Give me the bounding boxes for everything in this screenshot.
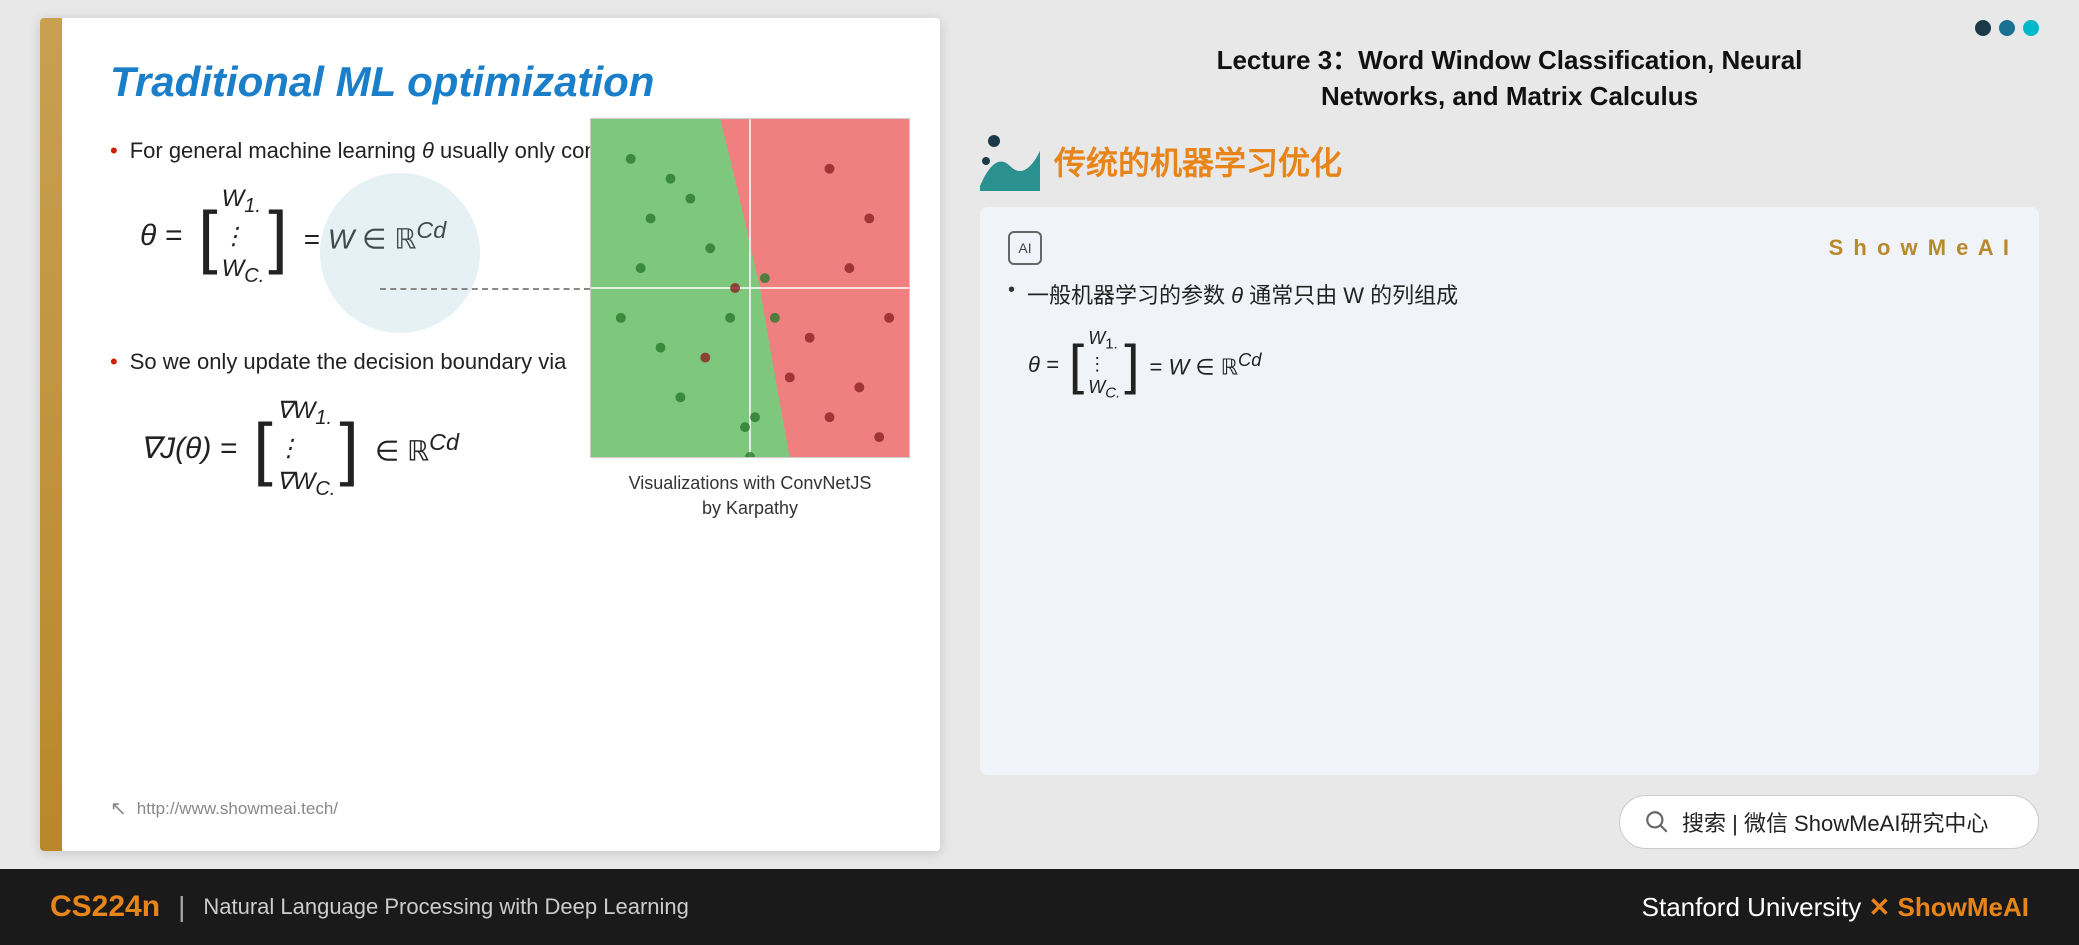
slide-border	[40, 18, 62, 851]
lecture-subtitle-row: 传统的机器学习优化	[980, 131, 2039, 191]
vis-caption: Visualizations with ConvNetJSby Karpathy	[590, 471, 910, 521]
grad-symbol: ∇J(θ) =	[140, 431, 237, 466]
cn-formula-area: θ = [ W1. ⋮ WC. ] = W ∈ ℝCd	[1028, 328, 2011, 402]
left-bracket-1: [	[198, 201, 217, 271]
dashed-line	[380, 288, 590, 290]
bottom-left: CS224n | Natural Language Processing wit…	[50, 890, 689, 924]
cn-row-1: W1.	[1088, 328, 1118, 353]
matrix-col-1: W1. ⋮ WC.	[218, 185, 269, 288]
course-description: Natural Language Processing with Deep Le…	[203, 894, 689, 920]
lecture-title-line2: Networks, and Matrix Calculus	[980, 78, 2039, 114]
dot-3	[2023, 20, 2039, 36]
slide-footer: ↖ http://www.showmeai.tech/	[110, 796, 890, 821]
dots-row	[980, 20, 2039, 36]
slide-title: Traditional ML optimization	[110, 58, 890, 106]
translation-card: AI S h o w M e A I • 一般机器学习的参数 θ 通常只由 W …	[980, 207, 2039, 775]
matrix-row-2: ⋮	[222, 222, 246, 251]
bottom-right: Stanford University ✕ ShowMeAI	[1642, 892, 2029, 923]
left-slide: Traditional ML optimization • For genera…	[40, 18, 940, 851]
ai-icon-text: AI	[1018, 240, 1031, 256]
lecture-header: Lecture 3：Word Window Classification, Ne…	[980, 42, 2039, 115]
matrix-col-2: ∇W1. ⋮ ∇WC.	[273, 396, 340, 501]
cn-matrix: [ W1. ⋮ WC. ]	[1069, 328, 1140, 402]
left-bracket-2: [	[253, 413, 272, 483]
university-name: Stanford University	[1642, 892, 1862, 922]
search-icon	[1644, 809, 1670, 835]
divider: |	[178, 891, 185, 923]
matrix-row-3: WC.	[222, 255, 265, 288]
lecture-subtitle-cn: 传统的机器学习优化	[1054, 138, 1342, 184]
cn-row-2: ⋮	[1088, 354, 1106, 375]
cn-row-3: WC.	[1088, 377, 1120, 402]
cursor-icon: ↖	[110, 796, 127, 821]
lecture-title-line1: Lecture 3：Word Window Classification, Ne…	[980, 42, 2039, 78]
ai-icon-box: AI	[1008, 231, 1042, 265]
theta-symbol: θ =	[140, 219, 182, 253]
matrix-row-1: W1.	[222, 185, 261, 218]
matrix-grad: [ ∇W1. ⋮ ∇WC. ]	[253, 396, 359, 501]
grad-row-3: ∇WC.	[277, 467, 336, 501]
cn-equals-W: = W ∈ ℝCd	[1149, 349, 1261, 380]
footer-brand: ShowMeAI	[1898, 892, 2029, 922]
bottom-bar: CS224n | Natural Language Processing wit…	[0, 869, 2079, 945]
bullet-text-2: So we only update the decision boundary …	[130, 347, 567, 378]
lecture-icon-svg	[980, 131, 1040, 191]
cn-bullet-dot: •	[1008, 279, 1015, 302]
right-bracket-1: ]	[268, 201, 287, 271]
dot-2	[1999, 20, 2015, 36]
grad-set: ∈ ℝCd	[375, 429, 459, 467]
badge-row: AI S h o w M e A I	[1008, 231, 2011, 265]
course-code: CS224n	[50, 890, 160, 924]
circle-decoration	[320, 173, 480, 333]
bullet-dot-1: •	[110, 136, 118, 167]
x-mark: ✕	[1869, 892, 1898, 922]
search-bar-text: 搜索 | 微信 ShowMeAI研究中心	[1682, 806, 1988, 838]
grad-row-1: ∇W1.	[277, 396, 332, 430]
cn-left-bracket: [	[1069, 337, 1084, 392]
footer-url: http://www.showmeai.tech/	[137, 799, 338, 819]
cn-bullet-item: • 一般机器学习的参数 θ 通常只由 W 的列组成	[1008, 279, 2011, 312]
cn-matrix-col: W1. ⋮ WC.	[1084, 328, 1124, 402]
scatter-plot-svg	[590, 118, 910, 458]
cn-theta-label: θ =	[1028, 352, 1059, 378]
matrix-theta: [ W1. ⋮ WC. ]	[198, 185, 288, 288]
bullet-dot-2: •	[110, 347, 118, 378]
cn-formula-inline: θ = [ W1. ⋮ WC. ] = W ∈ ℝCd	[1028, 328, 2011, 402]
grad-row-2: ⋮	[277, 434, 301, 463]
cn-bullet-text: 一般机器学习的参数 θ 通常只由 W 的列组成	[1027, 279, 1458, 312]
search-bar[interactable]: 搜索 | 微信 ShowMeAI研究中心	[1619, 795, 2039, 849]
cn-right-bracket: ]	[1124, 337, 1139, 392]
right-panel: Lecture 3：Word Window Classification, Ne…	[940, 0, 2079, 869]
showmeai-brand: S h o w M e A I	[1829, 235, 2011, 261]
right-bracket-2: ]	[339, 413, 358, 483]
dot-1	[1975, 20, 1991, 36]
vis-container: Visualizations with ConvNetJSby Karpathy	[590, 118, 910, 521]
